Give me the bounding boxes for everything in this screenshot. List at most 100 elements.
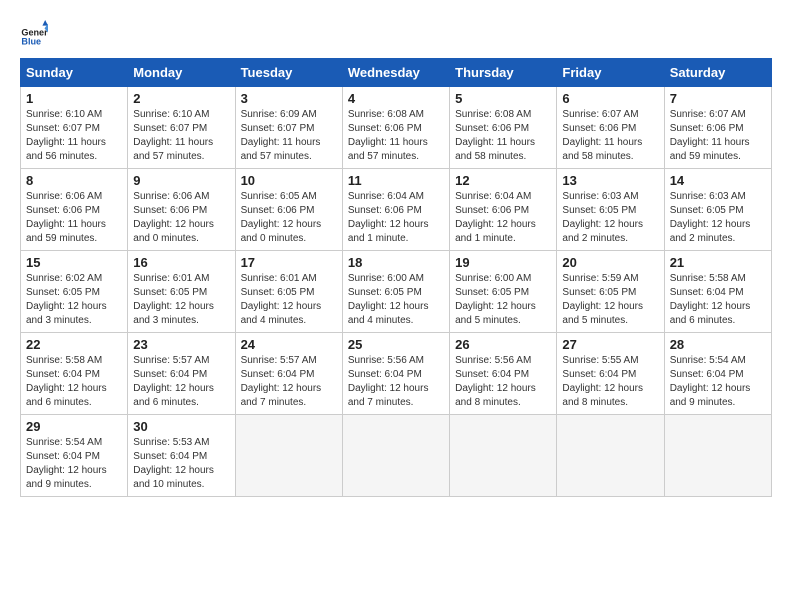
calendar-week-2: 8Sunrise: 6:06 AMSunset: 6:06 PMDaylight… [21, 169, 772, 251]
day-info: Sunrise: 5:57 AMSunset: 6:04 PMDaylight:… [241, 354, 337, 410]
day-info: Sunrise: 6:10 AMSunset: 6:07 PMDaylight:… [26, 108, 122, 164]
calendar-cell: 30 Sunrise: 5:53 AMSunset: 6:04 PMDayligh… [128, 415, 235, 497]
day-number: 24 [241, 337, 337, 352]
day-info: Sunrise: 5:56 AMSunset: 6:04 PMDaylight:… [348, 354, 444, 410]
calendar-cell: 1 Sunrise: 6:10 AMSunset: 6:07 PMDaylight… [21, 87, 128, 169]
calendar-cell: 4 Sunrise: 6:08 AMSunset: 6:06 PMDaylight… [342, 87, 449, 169]
calendar-table: SundayMondayTuesdayWednesdayThursdayFrid… [20, 58, 772, 497]
day-number: 10 [241, 173, 337, 188]
calendar-cell: 29 Sunrise: 5:54 AMSunset: 6:04 PMDayligh… [21, 415, 128, 497]
day-number: 22 [26, 337, 122, 352]
day-info: Sunrise: 5:54 AMSunset: 6:04 PMDaylight:… [670, 354, 766, 410]
calendar-week-1: 1 Sunrise: 6:10 AMSunset: 6:07 PMDaylight… [21, 87, 772, 169]
day-info: Sunrise: 6:00 AMSunset: 6:05 PMDaylight:… [455, 272, 551, 328]
day-number: 19 [455, 255, 551, 270]
day-number: 3 [241, 91, 337, 106]
calendar-cell: 17 Sunrise: 6:01 AMSunset: 6:05 PMDayligh… [235, 251, 342, 333]
day-number: 13 [562, 173, 658, 188]
calendar-cell: 13 Sunrise: 6:03 AMSunset: 6:05 PMDayligh… [557, 169, 664, 251]
weekday-header-saturday: Saturday [664, 59, 771, 87]
day-info: Sunrise: 5:55 AMSunset: 6:04 PMDaylight:… [562, 354, 658, 410]
day-number: 25 [348, 337, 444, 352]
svg-text:Blue: Blue [21, 37, 41, 47]
calendar-cell [557, 415, 664, 497]
day-number: 1 [26, 91, 122, 106]
day-info: Sunrise: 6:00 AMSunset: 6:05 PMDaylight:… [348, 272, 444, 328]
day-info: Sunrise: 6:07 AMSunset: 6:06 PMDaylight:… [562, 108, 658, 164]
calendar-cell [235, 415, 342, 497]
day-info: Sunrise: 5:57 AMSunset: 6:04 PMDaylight:… [133, 354, 229, 410]
day-info: Sunrise: 6:09 AMSunset: 6:07 PMDaylight:… [241, 108, 337, 164]
day-number: 12 [455, 173, 551, 188]
day-number: 27 [562, 337, 658, 352]
calendar-cell: 28 Sunrise: 5:54 AMSunset: 6:04 PMDayligh… [664, 333, 771, 415]
calendar-cell: 22 Sunrise: 5:58 AMSunset: 6:04 PMDayligh… [21, 333, 128, 415]
day-number: 2 [133, 91, 229, 106]
day-info: Sunrise: 5:58 AMSunset: 6:04 PMDaylight:… [26, 354, 122, 410]
day-number: 5 [455, 91, 551, 106]
calendar-cell: 16 Sunrise: 6:01 AMSunset: 6:05 PMDayligh… [128, 251, 235, 333]
day-info: Sunrise: 5:59 AMSunset: 6:05 PMDaylight:… [562, 272, 658, 328]
day-info: Sunrise: 6:07 AMSunset: 6:06 PMDaylight:… [670, 108, 766, 164]
day-info: Sunrise: 6:06 AMSunset: 6:06 PMDaylight:… [26, 190, 122, 246]
day-number: 15 [26, 255, 122, 270]
day-info: Sunrise: 6:08 AMSunset: 6:06 PMDaylight:… [455, 108, 551, 164]
day-number: 20 [562, 255, 658, 270]
day-number: 16 [133, 255, 229, 270]
calendar-cell: 14 Sunrise: 6:03 AMSunset: 6:05 PMDayligh… [664, 169, 771, 251]
day-info: Sunrise: 6:06 AMSunset: 6:06 PMDaylight:… [133, 190, 229, 246]
logo: General Blue [20, 20, 48, 48]
calendar-cell: 27 Sunrise: 5:55 AMSunset: 6:04 PMDayligh… [557, 333, 664, 415]
weekday-header-sunday: Sunday [21, 59, 128, 87]
calendar-cell [342, 415, 449, 497]
day-info: Sunrise: 5:56 AMSunset: 6:04 PMDaylight:… [455, 354, 551, 410]
calendar-cell: 21Sunrise: 5:58 AMSunset: 6:04 PMDayligh… [664, 251, 771, 333]
calendar-cell: 19 Sunrise: 6:00 AMSunset: 6:05 PMDayligh… [450, 251, 557, 333]
calendar-cell: 25 Sunrise: 5:56 AMSunset: 6:04 PMDayligh… [342, 333, 449, 415]
day-info: Sunrise: 6:10 AMSunset: 6:07 PMDaylight:… [133, 108, 229, 164]
calendar-cell: 8Sunrise: 6:06 AMSunset: 6:06 PMDaylight… [21, 169, 128, 251]
calendar-cell: 7 Sunrise: 6:07 AMSunset: 6:06 PMDaylight… [664, 87, 771, 169]
calendar-cell: 15Sunrise: 6:02 AMSunset: 6:05 PMDayligh… [21, 251, 128, 333]
weekday-header-monday: Monday [128, 59, 235, 87]
day-number: 14 [670, 173, 766, 188]
calendar-cell [664, 415, 771, 497]
day-info: Sunrise: 5:58 AMSunset: 6:04 PMDaylight:… [670, 272, 766, 328]
day-info: Sunrise: 6:03 AMSunset: 6:05 PMDaylight:… [670, 190, 766, 246]
day-number: 29 [26, 419, 122, 434]
day-number: 4 [348, 91, 444, 106]
day-number: 17 [241, 255, 337, 270]
day-number: 30 [133, 419, 229, 434]
calendar-cell: 6Sunrise: 6:07 AMSunset: 6:06 PMDaylight… [557, 87, 664, 169]
day-number: 26 [455, 337, 551, 352]
calendar-cell: 5 Sunrise: 6:08 AMSunset: 6:06 PMDaylight… [450, 87, 557, 169]
calendar-cell: 26 Sunrise: 5:56 AMSunset: 6:04 PMDayligh… [450, 333, 557, 415]
day-number: 7 [670, 91, 766, 106]
logo-icon: General Blue [20, 20, 48, 48]
day-number: 28 [670, 337, 766, 352]
day-number: 11 [348, 173, 444, 188]
day-info: Sunrise: 6:01 AMSunset: 6:05 PMDaylight:… [241, 272, 337, 328]
calendar-cell: 2 Sunrise: 6:10 AMSunset: 6:07 PMDaylight… [128, 87, 235, 169]
day-info: Sunrise: 5:53 AMSunset: 6:04 PMDaylight:… [133, 436, 229, 492]
day-info: Sunrise: 5:54 AMSunset: 6:04 PMDaylight:… [26, 436, 122, 492]
day-number: 23 [133, 337, 229, 352]
calendar-cell: 11 Sunrise: 6:04 AMSunset: 6:06 PMDayligh… [342, 169, 449, 251]
calendar-cell: 18 Sunrise: 6:00 AMSunset: 6:05 PMDayligh… [342, 251, 449, 333]
day-info: Sunrise: 6:04 AMSunset: 6:06 PMDaylight:… [348, 190, 444, 246]
calendar-cell: 3 Sunrise: 6:09 AMSunset: 6:07 PMDaylight… [235, 87, 342, 169]
day-info: Sunrise: 6:01 AMSunset: 6:05 PMDaylight:… [133, 272, 229, 328]
calendar-week-4: 22 Sunrise: 5:58 AMSunset: 6:04 PMDayligh… [21, 333, 772, 415]
calendar-week-3: 15Sunrise: 6:02 AMSunset: 6:05 PMDayligh… [21, 251, 772, 333]
calendar-cell: 20 Sunrise: 5:59 AMSunset: 6:05 PMDayligh… [557, 251, 664, 333]
day-info: Sunrise: 6:08 AMSunset: 6:06 PMDaylight:… [348, 108, 444, 164]
calendar-cell [450, 415, 557, 497]
weekday-header-friday: Friday [557, 59, 664, 87]
weekday-header-row: SundayMondayTuesdayWednesdayThursdayFrid… [21, 59, 772, 87]
day-info: Sunrise: 6:04 AMSunset: 6:06 PMDaylight:… [455, 190, 551, 246]
weekday-header-wednesday: Wednesday [342, 59, 449, 87]
day-number: 18 [348, 255, 444, 270]
calendar-week-5: 29 Sunrise: 5:54 AMSunset: 6:04 PMDayligh… [21, 415, 772, 497]
calendar-cell: 23 Sunrise: 5:57 AMSunset: 6:04 PMDayligh… [128, 333, 235, 415]
day-info: Sunrise: 6:03 AMSunset: 6:05 PMDaylight:… [562, 190, 658, 246]
